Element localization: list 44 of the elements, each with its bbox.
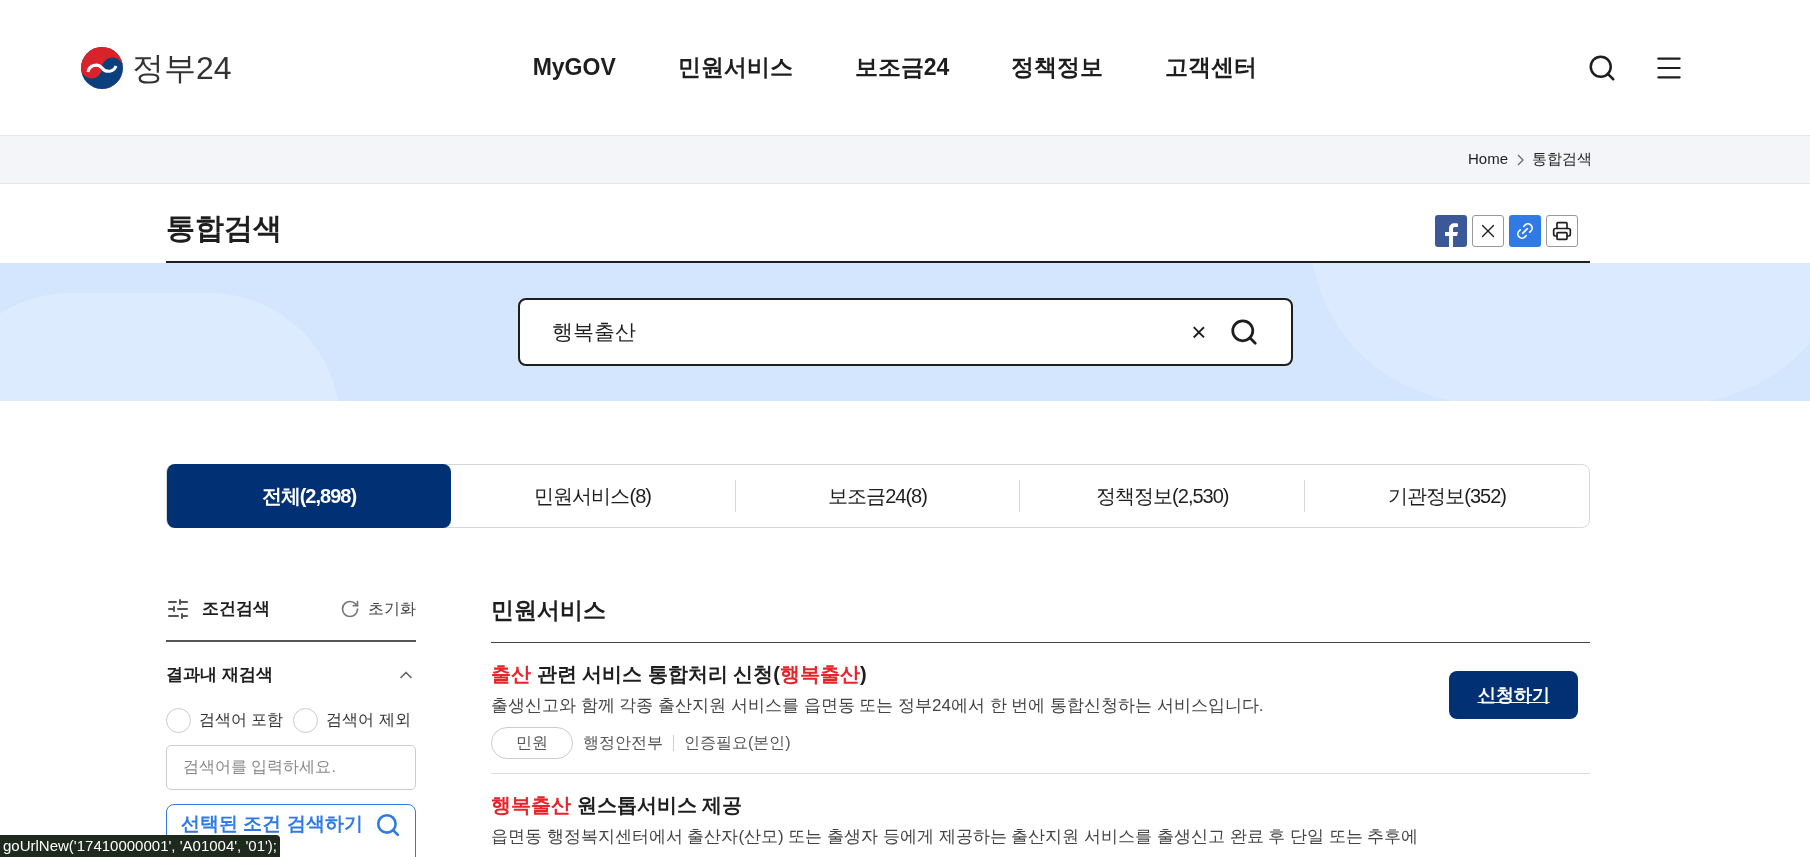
status-bar: goUrlNew('17410000001', 'A01004', '01'); [0, 835, 281, 857]
search-field[interactable]: 행복출산 × [517, 298, 1293, 366]
breadcrumb-current: 통합검색 [1532, 149, 1592, 170]
radio-option[interactable]: 검색어 제외 [293, 707, 411, 733]
agency-label: 행정안전부 [583, 732, 663, 753]
result-title[interactable]: 행복출산 원스톱서비스 제공 [491, 789, 1590, 820]
filter-tab[interactable]: 전체(2,898) [167, 464, 451, 528]
logo-icon[interactable] [80, 45, 124, 90]
result-title[interactable]: 출산 관련 서비스 통합처리 신청(행복출산) [491, 659, 1449, 689]
print-icon[interactable] [1546, 214, 1578, 247]
search-icon[interactable] [1228, 317, 1259, 347]
filter-icon [166, 597, 190, 621]
search-value: 행복출산 [551, 319, 637, 346]
page-title: 통합검색 [166, 210, 282, 246]
result-description: 읍면동 행정복지센터에서 출산자(산모) 또는 출생자 등에게 제공하는 출산지원 서비스를 출생신고 완료 후 단일 또는 추후에 [491, 825, 1420, 848]
nav-link[interactable]: 정책정보 [1011, 50, 1104, 85]
search-icon [374, 811, 401, 838]
facebook-icon[interactable] [1435, 214, 1467, 247]
filter-tab[interactable]: 기관정보(352) [1305, 465, 1589, 527]
nav-link[interactable]: MyGOV [532, 50, 616, 85]
filter-tab[interactable]: 정책정보(2,530) [1020, 465, 1305, 527]
apply-button[interactable]: 신청하기 [1449, 671, 1578, 719]
nav-link[interactable]: 민원서비스 [677, 50, 793, 85]
breadcrumb-link[interactable]: Home [1468, 148, 1508, 171]
nav-link[interactable]: 보조금24 [854, 50, 950, 85]
section-toggle[interactable]: 결과내 재검색 [166, 662, 416, 688]
link-icon[interactable] [1509, 214, 1541, 247]
filter-title: 조건검색 [202, 598, 270, 621]
reset-button[interactable]: 초기화 [340, 597, 416, 621]
filter-tab[interactable]: 민원서비스(8) [450, 465, 735, 527]
result-description: 출생신고와 함께 각종 출산지원 서비스를 읍면동 또는 정부24에서 한 번에 통합신청하는 서비스입니다. [491, 695, 1265, 717]
radio-label: 검색어 제외 [326, 710, 411, 730]
results-heading: 민원서비스 [491, 578, 1590, 643]
search-input[interactable]: 검색어를 입력하세요. [166, 744, 416, 790]
refresh-icon [340, 599, 360, 619]
chevron-icon [1516, 153, 1524, 166]
auth-label: 인증필요(본인) [684, 732, 791, 753]
x-logo-icon[interactable] [1472, 214, 1504, 247]
radio-label: 검색어 포함 [199, 710, 284, 730]
logo-text[interactable]: 정부24 [132, 43, 232, 92]
clear-button[interactable]: × [1191, 312, 1207, 352]
nav-link[interactable]: 고객센터 [1165, 50, 1258, 85]
radio-option[interactable]: 검색어 포함 [166, 707, 284, 733]
filter-tab[interactable]: 보조금24(8) [735, 465, 1020, 527]
